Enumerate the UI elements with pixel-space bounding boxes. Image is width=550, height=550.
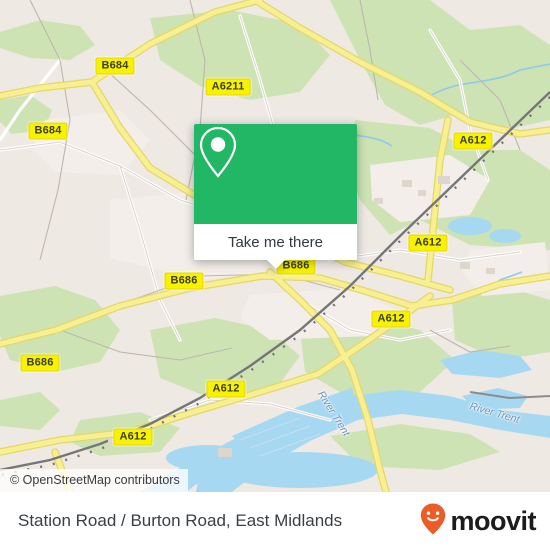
road-shield: B686 bbox=[20, 354, 60, 372]
popup-marker-area bbox=[194, 124, 357, 224]
moovit-logo[interactable]: moovit bbox=[418, 502, 536, 541]
map-canvas[interactable]: B684 A6211 B684 A612 A612 B686 B686 A612… bbox=[0, 0, 550, 492]
location-title: Station Road / Burton Road, East Midland… bbox=[18, 511, 343, 530]
road-shield: A612 bbox=[371, 310, 411, 328]
road-shield: B684 bbox=[28, 122, 68, 140]
osm-attribution[interactable]: © OpenStreetMap contributors bbox=[0, 469, 188, 492]
road-shield: B686 bbox=[164, 272, 204, 290]
moovit-location-card: B684 A6211 B684 A612 A612 B686 B686 A612… bbox=[0, 0, 550, 550]
moovit-wordmark: moovit bbox=[450, 505, 536, 536]
road-shield: B684 bbox=[95, 57, 135, 75]
road-shield: A6211 bbox=[205, 78, 251, 96]
road-shield: A612 bbox=[453, 132, 493, 150]
road-shield: A612 bbox=[206, 380, 246, 398]
road-shield: A612 bbox=[113, 428, 153, 446]
popup-pointer bbox=[266, 260, 285, 269]
take-me-there-button[interactable]: Take me there bbox=[194, 224, 357, 260]
road-shield: A612 bbox=[408, 234, 448, 252]
moovit-smiley-pin-icon bbox=[418, 502, 448, 541]
footer-bar: Station Road / Burton Road, East Midland… bbox=[0, 492, 550, 550]
take-me-there-popup[interactable]: Take me there bbox=[194, 124, 357, 269]
